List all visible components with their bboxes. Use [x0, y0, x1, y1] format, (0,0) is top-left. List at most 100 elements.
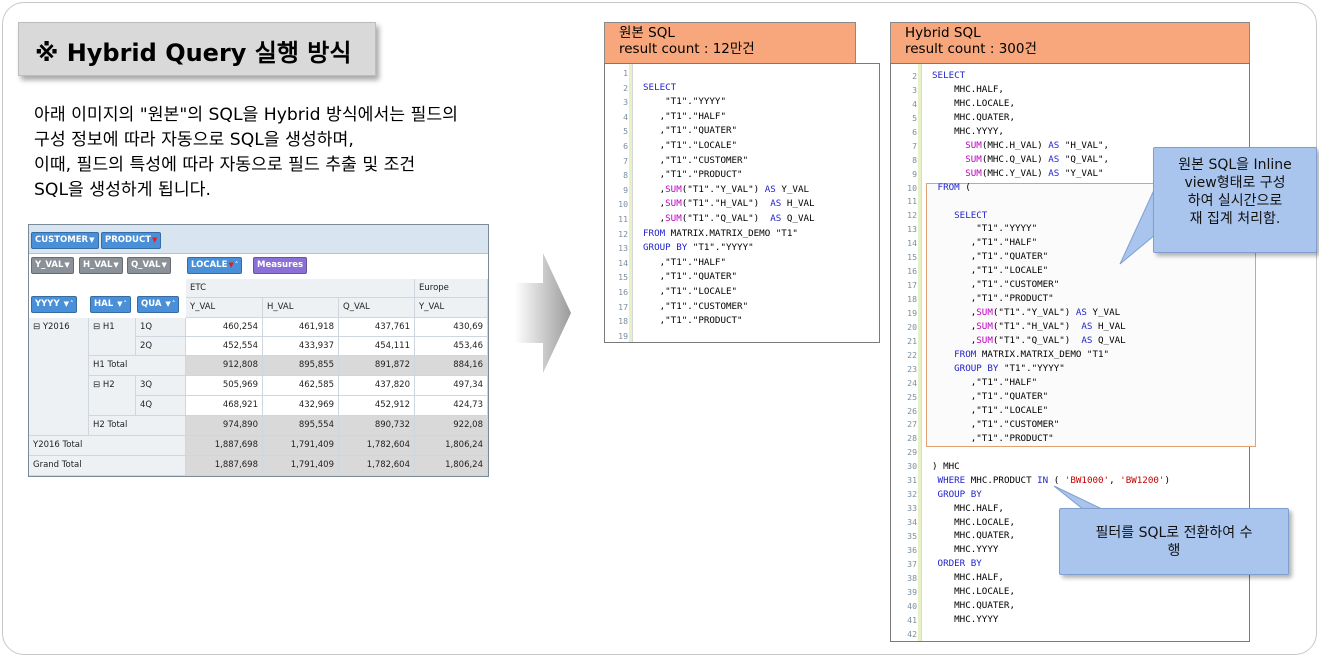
data-cell: 424,73 — [415, 396, 488, 416]
line-number: 20 — [907, 321, 917, 332]
measures-chip[interactable]: Measures — [253, 257, 308, 274]
total-cell: 1,806,24 — [415, 436, 488, 456]
filter-icon: ▼ — [89, 236, 95, 244]
filter-active-icon: ▼ — [228, 261, 234, 269]
original-sql-code: SELECT "T1"."YYYY" ,"T1"."HALF" ,"T1"."Q… — [643, 81, 815, 327]
row-header-h2[interactable]: ⊟ H2 — [89, 376, 136, 416]
line-number: 8 — [912, 154, 917, 165]
total-cell: 1,791,409 — [263, 436, 339, 456]
filter-chip-product[interactable]: PRODUCT▼ — [101, 232, 162, 249]
line-number: 9 — [623, 184, 628, 195]
data-cell: 468,921 — [186, 396, 263, 416]
filter-icon: ▼ — [63, 300, 69, 308]
data-chip-q-val[interactable]: Q_VAL▼ — [127, 257, 171, 274]
line-number: 38 — [907, 572, 917, 583]
line-number: 13 — [618, 243, 628, 254]
column-chip-locale[interactable]: LOCALE▼˄ — [187, 257, 243, 274]
filter-chip-customer[interactable]: CUSTOMER▼ — [31, 232, 99, 249]
row-chip-qua[interactable]: QUA ▼˄ — [137, 296, 180, 313]
gutter-stripe — [629, 64, 632, 342]
line-number: 31 — [907, 475, 917, 486]
line-number: 33 — [907, 503, 917, 514]
subtotal-cell: 912,808 — [186, 356, 263, 376]
line-number: 41 — [907, 614, 917, 625]
original-sql-editor[interactable]: 1 2 3 4 5 6 7 8 9 10 11 12 13 14 15 16 17 18 19 SELECT "T1… — [604, 63, 880, 343]
filter-icon: ▼ — [161, 261, 167, 269]
grand-total-cell: 1,782,604 — [339, 456, 415, 476]
data-cell: 461,918 — [263, 318, 339, 337]
line-number: 5 — [623, 126, 628, 137]
data-cell: 432,969 — [263, 396, 339, 416]
column-group-etc: ETC — [186, 279, 415, 298]
line-number: 7 — [912, 140, 917, 151]
callout-line: 하여 실시간으로 — [1187, 193, 1283, 209]
grand-total-cell: 1,806,24 — [415, 456, 488, 476]
data-chip-h-val[interactable]: H_VAL▼ — [79, 257, 123, 274]
data-cell: 433,937 — [263, 337, 339, 356]
description-line: 아래 이미지의 "원본"의 SQL을 Hybrid 방식에서는 필드의 — [34, 105, 458, 125]
line-number: 19 — [907, 307, 917, 318]
row-header-quarter: 3Q — [136, 376, 186, 396]
data-cell: 452,554 — [186, 337, 263, 356]
row-header-year-total: Y2016 Total — [29, 436, 186, 456]
hybrid-sql-count: result count : 300건 — [905, 41, 1037, 57]
row-chip-yyyy[interactable]: YYYY ▼˄ — [31, 296, 78, 313]
line-number: 1 — [623, 68, 628, 78]
line-number: 11 — [907, 196, 917, 207]
line-number: 11 — [618, 213, 628, 224]
line-number: 14 — [618, 257, 628, 268]
line-number: 8 — [623, 170, 628, 181]
line-number: 12 — [907, 210, 917, 221]
row-header-h1-total: H1 Total — [89, 356, 186, 376]
collapse-icon: ⊟ — [33, 322, 41, 332]
line-number: 19 — [618, 330, 628, 341]
callout-filter: 필터를 SQL로 전환하여 수 행 — [1059, 508, 1289, 575]
subtotal-cell: 884,16 — [415, 356, 488, 376]
callout-line: 행 — [1167, 543, 1181, 559]
description: 아래 이미지의 "원본"의 SQL을 Hybrid 방식에서는 필드의 구성 정… — [34, 103, 524, 203]
line-number: 26 — [907, 405, 917, 416]
right-arrow-icon — [515, 253, 571, 373]
line-number: 27 — [907, 419, 917, 430]
row-header-quarter: 2Q — [136, 337, 186, 356]
line-number: 10 — [907, 182, 917, 193]
line-number: 15 — [618, 272, 628, 283]
row-chip-hal[interactable]: HAL ▼˄ — [90, 296, 131, 313]
line-number: 3 — [623, 97, 628, 108]
line-number: 4 — [912, 98, 917, 109]
hybrid-sql-title: Hybrid SQL — [905, 25, 981, 41]
row-header-h1[interactable]: ⊟ H1 — [89, 318, 136, 356]
sort-icon: ˄ — [69, 300, 74, 308]
data-cell: 460,254 — [186, 318, 263, 337]
grand-total-cell: 1,791,409 — [263, 456, 339, 476]
line-number: 24 — [907, 377, 917, 388]
filter-icon: ▼ — [165, 300, 171, 308]
pivot-grid: CUSTOMER▼ PRODUCT▼ Y_VAL▼ H_VAL▼ Q_VAL▼ … — [28, 224, 489, 477]
measure-header: Y_VAL — [415, 298, 488, 318]
callout-line: 재 집계 처리함. — [1189, 211, 1281, 227]
data-cell: 430,69 — [415, 318, 488, 337]
subtotal-cell: 890,732 — [339, 416, 415, 436]
data-cell: 437,820 — [339, 376, 415, 396]
subtotal-cell: 974,890 — [186, 416, 263, 436]
sort-icon: ˄ — [123, 300, 127, 308]
line-number: 30 — [907, 461, 917, 472]
line-number: 16 — [907, 266, 917, 277]
line-number: 22 — [907, 349, 917, 360]
data-chip-y-val[interactable]: Y_VAL▼ — [31, 257, 74, 274]
line-number: 2 — [623, 82, 628, 93]
row-header-quarter: 1Q — [136, 318, 186, 337]
data-cell: 462,585 — [263, 376, 339, 396]
line-number: 39 — [907, 586, 917, 597]
line-number: 29 — [907, 447, 917, 458]
original-sql-header: 원본 SQL result count : 12만건 — [604, 22, 856, 64]
description-line: 이때, 필드의 특성에 따라 자동으로 필드 추출 및 조건 — [34, 155, 416, 175]
line-number: 2 — [912, 71, 917, 81]
data-cell: 437,761 — [339, 318, 415, 337]
page-title: ※ Hybrid Query 실행 방식 — [35, 39, 352, 67]
line-number: 16 — [618, 286, 628, 297]
line-number: 12 — [618, 228, 628, 239]
row-header-year[interactable]: ⊟ Y2016 — [29, 318, 89, 436]
title-box: ※ Hybrid Query 실행 방식 — [18, 22, 376, 76]
subtotal-cell: 895,554 — [263, 416, 339, 436]
